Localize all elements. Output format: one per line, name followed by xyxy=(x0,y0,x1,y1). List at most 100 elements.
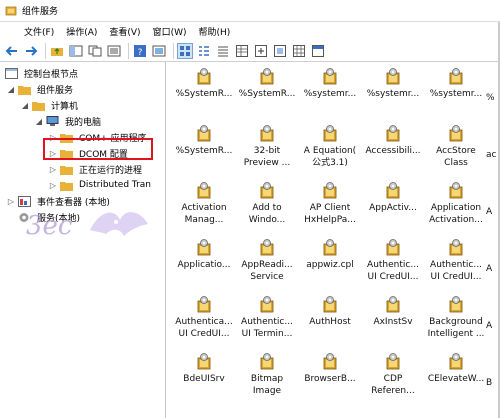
dcom-object-item[interactable]: A Equation(公式3.1) xyxy=(297,123,363,179)
dcom-object-label-line2: Service xyxy=(250,272,284,282)
copy-icon[interactable] xyxy=(87,43,103,59)
dcom-object-label-line2: Class xyxy=(444,158,468,168)
dcom-object-label: Authentic... xyxy=(241,317,293,327)
dcom-object-item[interactable]: Accessibili... xyxy=(360,123,426,179)
dcom-object-item[interactable]: Application Activation... xyxy=(423,180,489,236)
forward-button[interactable] xyxy=(23,43,39,59)
dcom-object-label: BrowserB... xyxy=(304,374,356,384)
dcom-object-label: %SystemR... xyxy=(175,146,233,156)
dcom-object-item[interactable]: AuthHost xyxy=(297,294,363,350)
back-button[interactable] xyxy=(4,43,20,59)
dcom-object-icon xyxy=(234,351,300,373)
list-view-button[interactable] xyxy=(215,43,231,59)
dcom-object-label: Authentic... xyxy=(430,260,482,270)
menu-help[interactable]: 帮助(H) xyxy=(193,25,237,38)
dcom-object-label-line2: Activation... xyxy=(429,215,483,225)
folder-icon xyxy=(32,100,45,111)
expand-icon[interactable]: ▷ xyxy=(48,165,58,174)
dcom-object-item[interactable]: CElevateW... xyxy=(423,351,489,407)
dcom-object-item[interactable]: BdeUISrv xyxy=(171,351,237,407)
dcom-object-item[interactable]: %SystemR... xyxy=(171,66,237,122)
grid-view-icon[interactable] xyxy=(291,43,307,59)
tree-item-running-processes[interactable]: ▷ 正在运行的进程 xyxy=(48,161,144,177)
small-icons-button[interactable] xyxy=(196,43,212,59)
dcom-object-item[interactable]: AxInstSv xyxy=(360,294,426,350)
dcom-object-item[interactable]: %systemr... xyxy=(297,66,363,122)
dcom-object-item[interactable]: Background Intelligent ... xyxy=(423,294,489,350)
menu-file[interactable]: 文件(F) xyxy=(18,25,60,38)
dcom-object-label: %systemr... xyxy=(366,89,420,99)
collapse-icon[interactable]: ◢ xyxy=(6,85,16,94)
dcom-object-item[interactable]: Activation Manag... xyxy=(171,180,237,236)
console-view-icon[interactable] xyxy=(151,43,167,59)
dcom-object-label: AP Client xyxy=(309,203,351,213)
dcom-object-item[interactable]: Bitmap Image xyxy=(234,351,300,407)
help-icon[interactable]: ? xyxy=(132,43,148,59)
tree-item-computers[interactable]: ◢ 计算机 xyxy=(20,97,80,113)
tree-item-my-computer[interactable]: ◢ 我的电脑 xyxy=(34,113,103,129)
dcom-object-item[interactable]: %SystemR... xyxy=(171,123,237,179)
expand-icon[interactable]: ▷ xyxy=(6,197,16,206)
dcom-object-icon xyxy=(297,351,363,373)
dcom-object-item[interactable]: Authentic... UI CredUI... xyxy=(360,237,426,293)
dcom-object-item[interactable]: Applicatio... xyxy=(171,237,237,293)
dcom-object-label-line2: UI CredUI... xyxy=(430,272,482,282)
expand-icon[interactable]: ▷ xyxy=(48,181,58,190)
dcom-object-label-line2: HxHelpPa... xyxy=(304,215,356,225)
dcom-object-item[interactable]: Add to Windo... xyxy=(234,180,300,236)
dcom-object-icon xyxy=(423,351,489,373)
show-tree-button[interactable] xyxy=(68,43,84,59)
folder-icon xyxy=(18,84,31,95)
dcom-object-label-line2: Referen... xyxy=(371,386,415,396)
menu-action[interactable]: 操作(A) xyxy=(60,25,103,38)
dcom-object-label: Background xyxy=(429,317,483,327)
window-icon[interactable] xyxy=(310,43,326,59)
up-folder-button[interactable] xyxy=(49,43,65,59)
dcom-object-icon xyxy=(360,123,426,145)
dcom-object-item[interactable]: AppReadi... Service xyxy=(234,237,300,293)
detail-view-button[interactable] xyxy=(234,43,250,59)
menu-view[interactable]: 查看(V) xyxy=(103,25,146,38)
collapse-icon[interactable]: ◢ xyxy=(34,117,44,126)
dcom-object-icon xyxy=(360,180,426,202)
dcom-object-item[interactable]: %SystemR... xyxy=(234,66,300,122)
dcom-object-item[interactable]: 32-bit Preview ... xyxy=(234,123,300,179)
dcom-object-label-line2: Preview ... xyxy=(243,158,291,168)
svg-text:?: ? xyxy=(138,48,143,57)
tree-item-component-services[interactable]: ◢ 组件服务 xyxy=(6,81,75,97)
dcom-object-label: CElevateW... xyxy=(427,374,485,384)
properties-icon[interactable] xyxy=(106,43,122,59)
computer-icon xyxy=(46,115,59,127)
tree-item-console-root[interactable]: 控制台根节点 xyxy=(3,65,80,81)
dcom-object-item[interactable]: AccStore Class xyxy=(423,123,489,179)
dcom-object-label: Application xyxy=(430,203,482,213)
dcom-object-item[interactable]: Authentic... UI CredUI... xyxy=(423,237,489,293)
large-icons-button[interactable] xyxy=(177,42,193,59)
dcom-object-label: appwiz.cpl xyxy=(306,260,354,270)
dcom-object-label: Bitmap xyxy=(250,374,284,384)
dcom-object-item[interactable]: BrowserB... xyxy=(297,351,363,407)
dcom-object-item[interactable]: Authentica... UI CredUI... xyxy=(171,294,237,350)
toolbar-separator xyxy=(45,42,46,59)
dcom-object-icon xyxy=(297,180,363,202)
dcom-object-label: Accessibili... xyxy=(365,146,421,156)
collapse-icon[interactable]: ◢ xyxy=(20,101,30,110)
dcom-object-item[interactable]: appwiz.cpl xyxy=(297,237,363,293)
menu-bar: 文件(F) 操作(A) 查看(V) 窗口(W) 帮助(H) xyxy=(0,22,500,40)
dcom-object-item[interactable]: CDP Referen... xyxy=(360,351,426,407)
dcom-object-label: AccStore xyxy=(436,146,476,156)
com-plus-icon[interactable] xyxy=(253,43,269,59)
dcom-object-label-line2: Image xyxy=(252,386,282,396)
menu-window[interactable]: 窗口(W) xyxy=(147,25,193,38)
dcom-object-label: Add to xyxy=(252,203,282,213)
dcom-object-label-line2: UI Termin... xyxy=(241,329,293,339)
dcom-object-item[interactable]: %systemr... xyxy=(423,66,489,122)
tree-item-distributed-transaction[interactable]: ▷ Distributed Tran xyxy=(48,177,153,193)
dcom-object-item[interactable]: AP Client HxHelpPa... xyxy=(297,180,363,236)
dcom-object-item[interactable]: AppActiv... xyxy=(360,180,426,236)
dcom-object-item[interactable]: Authentic... UI Termin... xyxy=(234,294,300,350)
dcom-object-icon xyxy=(234,123,300,145)
dcom-object-item[interactable]: %systemr... xyxy=(360,66,426,122)
dcom-object-label: AuthHost xyxy=(309,317,351,327)
configure-icon[interactable] xyxy=(272,43,288,59)
